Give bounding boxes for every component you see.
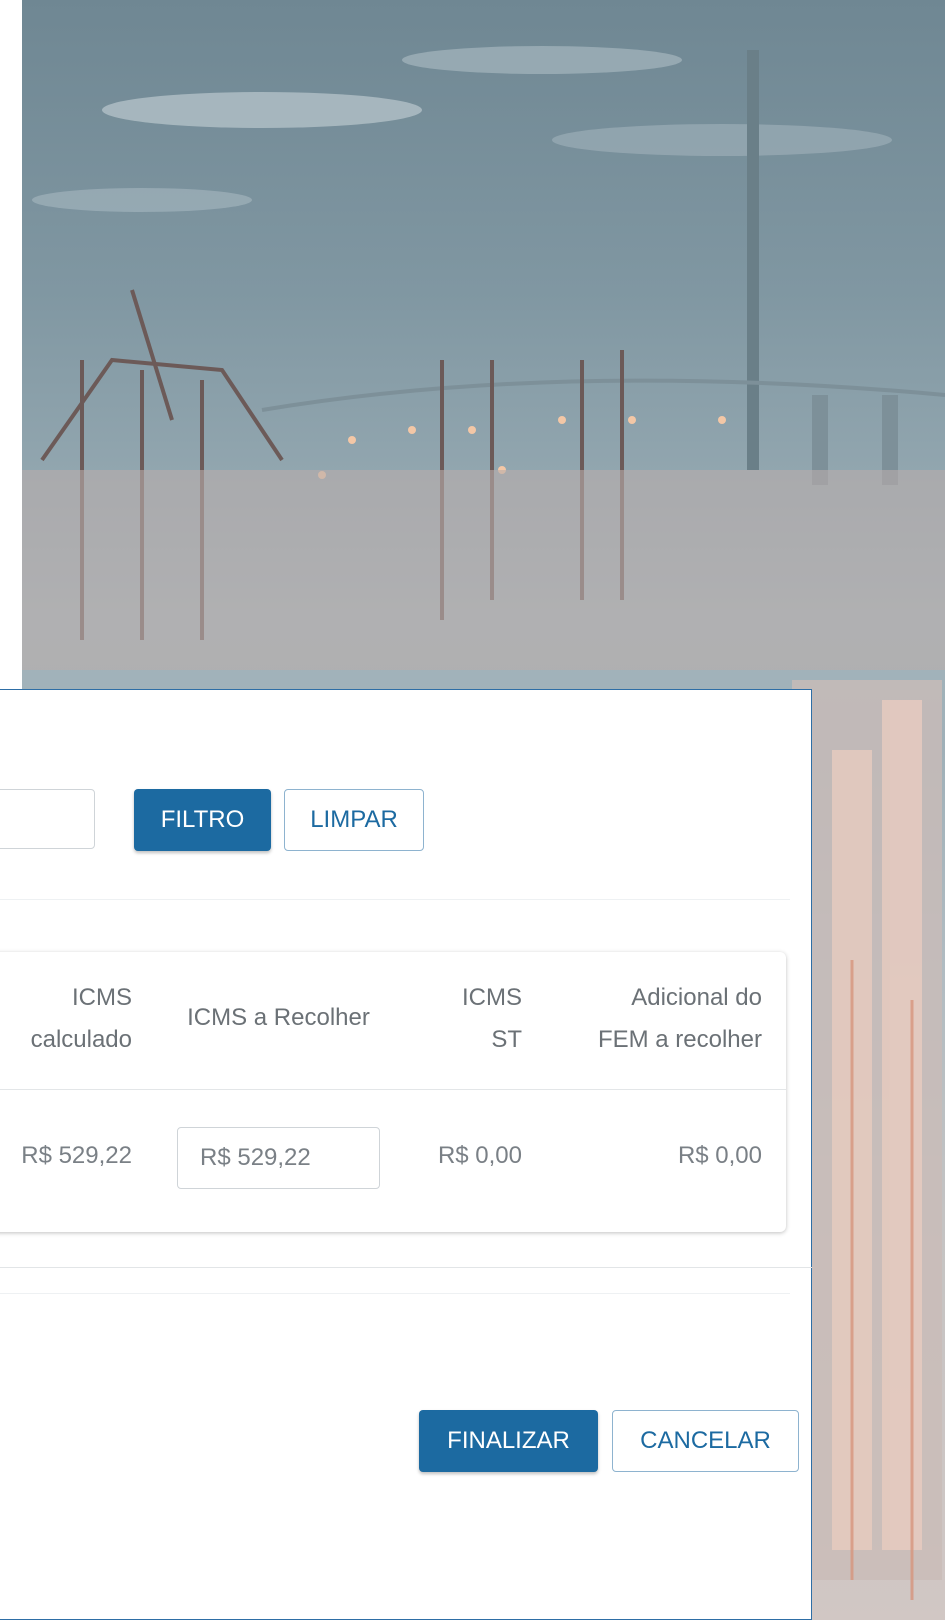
filter-input[interactable] (0, 789, 95, 849)
header-line: FEM a recolher (597, 1026, 762, 1053)
finalize-button-label: FINALIZAR (447, 1427, 570, 1454)
cancel-button[interactable]: CANCELAR (612, 1410, 799, 1472)
clear-button[interactable]: LIMPAR (284, 789, 424, 851)
header-icms-a-recolher: ICMS a Recolher (177, 997, 380, 1039)
header-line: ST (491, 1026, 522, 1053)
icms-a-recolher-value: R$ 529,22 (200, 1144, 311, 1171)
divider (0, 899, 790, 900)
header-adicional-fem: Adicional do FEM a recolher (542, 977, 762, 1061)
row-separator (0, 1089, 786, 1090)
icms-a-recolher-input[interactable]: R$ 529,22 (177, 1127, 380, 1189)
filter-button-label: FILTRO (160, 806, 245, 833)
cell-icms-calculado: R$ 529,22 (21, 1142, 132, 1169)
divider (0, 1293, 790, 1294)
header-icms-calculado: ICMS calculado (0, 977, 132, 1061)
icms-table: ICMS calculado ICMS a Recolher ICMS ST A… (0, 952, 786, 1232)
finalize-button[interactable]: FINALIZAR (419, 1410, 598, 1472)
table-bottom-line (0, 1267, 812, 1268)
header-line: ICMS (462, 984, 522, 1011)
cell-adicional-fem: R$ 0,00 (677, 1142, 762, 1169)
header-line: calculado (30, 1026, 132, 1053)
filter-button[interactable]: FILTRO (134, 789, 271, 851)
header-line: Adicional do (631, 984, 762, 1011)
icms-dialog: FILTRO LIMPAR ICMS calculado ICMS a Reco… (0, 689, 812, 1620)
header-icms-st: ICMS ST (422, 977, 522, 1061)
header-line: ICMS a Recolher (187, 1004, 370, 1031)
cancel-button-label: CANCELAR (640, 1427, 771, 1454)
header-line: ICMS (72, 984, 132, 1011)
clear-button-label: LIMPAR (310, 806, 398, 833)
cell-icms-st: R$ 0,00 (437, 1142, 522, 1169)
